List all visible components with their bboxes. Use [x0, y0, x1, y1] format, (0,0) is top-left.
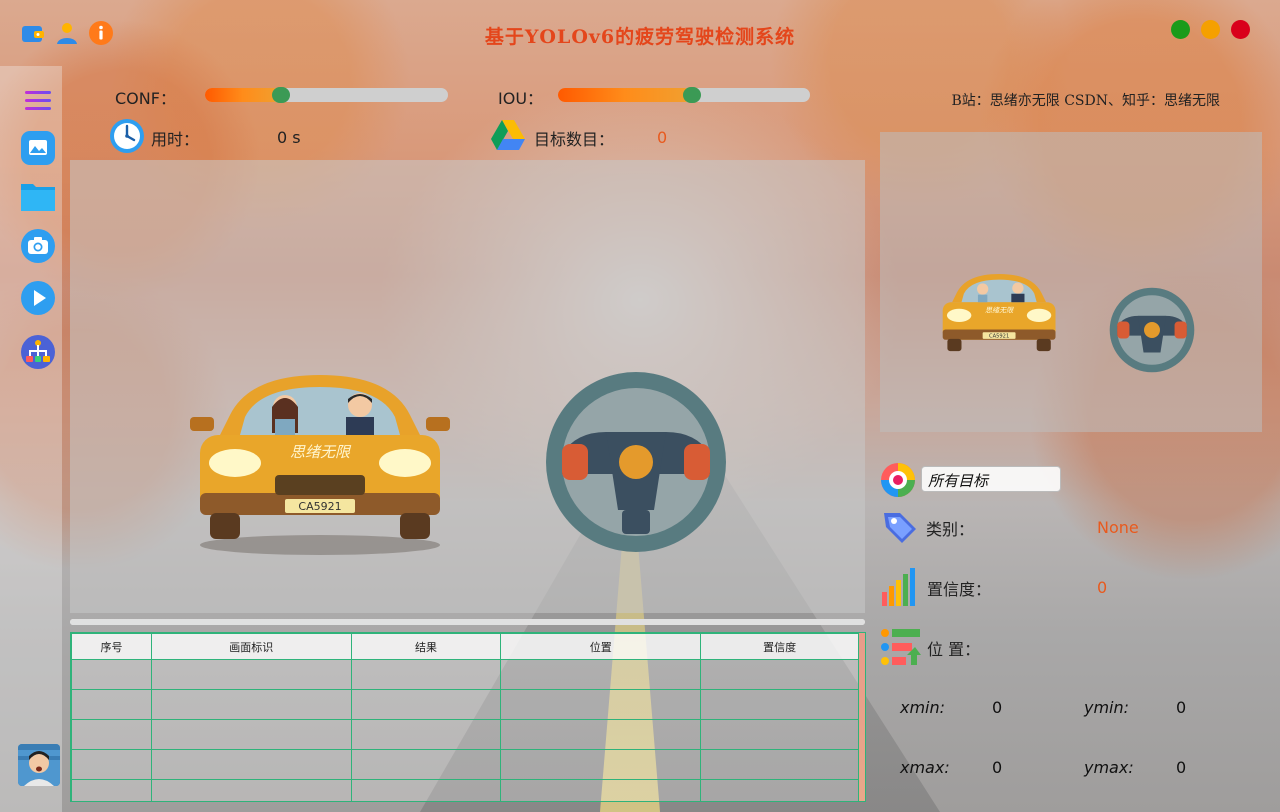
ymax-value: 0: [1176, 758, 1187, 777]
window-controls: [1171, 20, 1250, 39]
image-icon[interactable]: [20, 130, 56, 166]
preview-steering-wheel-illustration: [1109, 287, 1195, 373]
count-label: 目标数目：: [534, 130, 615, 149]
menu-icon[interactable]: [20, 82, 56, 118]
table-cell: [71, 689, 152, 720]
conf-slider-fill: [205, 88, 282, 102]
main-display: CA5921 思绪无限: [70, 160, 865, 613]
col-header-index[interactable]: 序号: [71, 633, 152, 660]
position-icon: [881, 629, 921, 665]
video-progress-bar[interactable]: [70, 619, 865, 625]
table-row[interactable]: [71, 689, 859, 720]
table-cell: [500, 749, 702, 780]
conf-slider-handle[interactable]: [272, 87, 291, 103]
clock-icon: [110, 119, 144, 153]
target-select[interactable]: 所有目标: [921, 466, 1061, 492]
close-button[interactable]: [1231, 20, 1250, 39]
video-progress-fill: [70, 619, 865, 625]
col-header-result[interactable]: 结果: [350, 633, 502, 660]
table-cell: [150, 719, 352, 750]
table-cell: [700, 659, 859, 690]
conf-slider[interactable]: [205, 87, 448, 103]
camera-icon[interactable]: [20, 228, 56, 264]
author-credit: B站：思绪亦无限 CSDN、知乎：思绪无限: [951, 93, 1220, 109]
position-label: 位 置：: [927, 640, 981, 659]
color-wheel-icon: [881, 463, 915, 497]
ymin-label: ymin:: [1084, 698, 1130, 717]
table-row[interactable]: [71, 779, 859, 801]
xmax-label: xmax:: [900, 758, 950, 777]
table-row[interactable]: [71, 749, 859, 780]
table-cell: [71, 749, 152, 780]
folder-icon[interactable]: [20, 178, 56, 214]
main-scene: CA5921 思绪无限: [190, 372, 726, 555]
table-cell: [150, 779, 352, 801]
table-cell: [71, 779, 152, 801]
preview-car-illustration: CA5921 思绪无限: [942, 274, 1056, 352]
preview-car-body-text: 思绪无限: [985, 306, 1014, 315]
conf-label: CONF：: [115, 89, 176, 108]
table-header-row: 序号 画面标识 结果 位置 置信度: [71, 633, 859, 660]
table-cell: [350, 689, 502, 720]
play-icon[interactable]: [20, 280, 56, 316]
table-cell: [150, 659, 352, 690]
steering-wheel-illustration: [546, 372, 726, 552]
xmin-value: 0: [992, 698, 1003, 717]
table-cell: [350, 719, 502, 750]
ymax-label: ymax:: [1084, 758, 1134, 777]
table-cell: [150, 749, 352, 780]
time-value: 0 s: [277, 128, 301, 147]
col-header-frame-id[interactable]: 画面标识: [150, 633, 352, 660]
confidence-label: 置信度：: [927, 580, 992, 599]
xmin-label: xmin:: [900, 698, 946, 717]
bar-chart-icon: [882, 568, 915, 606]
table-cell: [350, 749, 502, 780]
table-cell: [700, 779, 859, 801]
table-cell: [500, 719, 702, 750]
table-cell: [150, 689, 352, 720]
tag-icon: [884, 513, 916, 543]
car-body-text: 思绪无限: [290, 443, 352, 461]
table-cell: [700, 749, 859, 780]
col-header-confidence[interactable]: 置信度: [700, 633, 859, 660]
time-label: 用时：: [151, 130, 200, 149]
results-table: 序号 画面标识 结果 位置 置信度: [70, 632, 866, 802]
table-cell: [71, 719, 152, 750]
col-header-position[interactable]: 位置: [500, 633, 702, 660]
preview-display: CA5921 思绪无限: [880, 132, 1262, 432]
preview-scene: CA5921 思绪无限: [942, 274, 1195, 373]
count-value: 0: [657, 128, 668, 147]
maximize-button[interactable]: [1171, 20, 1190, 39]
iou-label: IOU：: [498, 89, 544, 108]
iou-slider-fill: [558, 88, 692, 102]
xmax-value: 0: [992, 758, 1003, 777]
table-cell: [700, 689, 859, 720]
iou-slider[interactable]: [558, 87, 810, 103]
table-row[interactable]: [71, 719, 859, 750]
preview-car-plate-text: CA5921: [989, 333, 1009, 339]
table-cell: [500, 689, 702, 720]
avatar[interactable]: [18, 744, 60, 786]
table-cell: [350, 779, 502, 801]
table-scrollbar[interactable]: [859, 633, 865, 801]
iou-slider-handle[interactable]: [683, 87, 701, 103]
ymin-value: 0: [1176, 698, 1187, 717]
class-label: 类别：: [926, 520, 975, 539]
table-cell: [71, 659, 152, 690]
class-value: None: [1097, 518, 1139, 537]
car-illustration: CA5921 思绪无限: [190, 375, 450, 555]
avatar-face-icon: [18, 744, 60, 786]
drive-icon: [491, 120, 525, 150]
app-title: 基于YOLOv6的疲劳驾驶检测系统: [484, 26, 796, 48]
table-cell: [500, 779, 702, 801]
model-tree-icon[interactable]: [20, 334, 56, 370]
table-cell: [500, 659, 702, 690]
table-cell: [700, 719, 859, 750]
table-row[interactable]: [71, 659, 859, 690]
confidence-value: 0: [1097, 578, 1108, 597]
table-cell: [350, 659, 502, 690]
car-plate-text: CA5921: [298, 500, 341, 513]
minimize-button[interactable]: [1201, 20, 1220, 39]
